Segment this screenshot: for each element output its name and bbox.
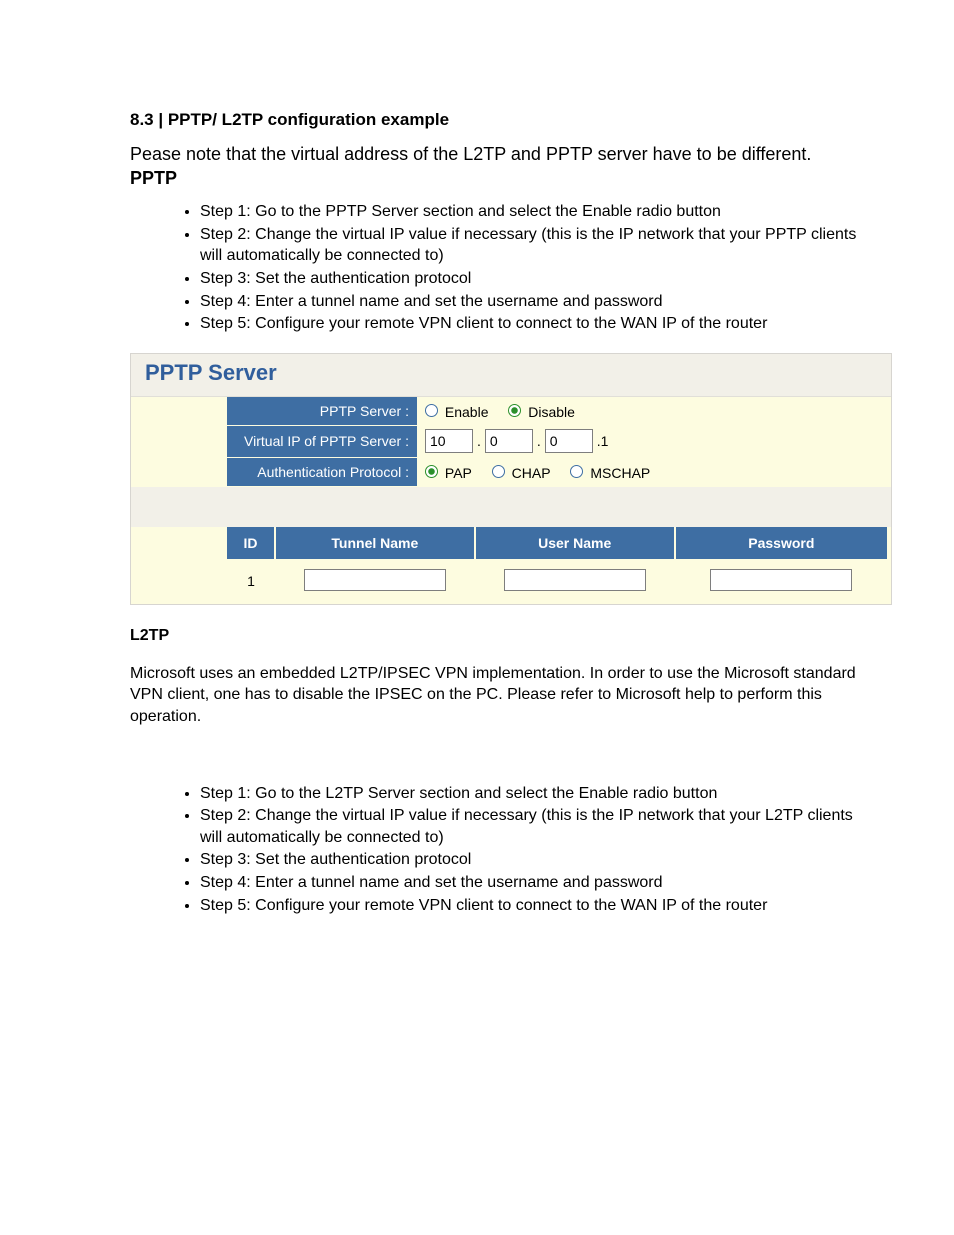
- list-item: Step 5: Configure your remote VPN client…: [200, 895, 864, 917]
- radio-mschap[interactable]: [570, 465, 583, 478]
- tunnel-name-input[interactable]: [304, 569, 446, 591]
- panel-title: PPTP Server: [145, 360, 277, 385]
- l2tp-subheading: L2TP: [130, 627, 864, 645]
- ip-octet-3[interactable]: 0: [545, 429, 593, 453]
- radio-disable[interactable]: [508, 404, 521, 417]
- radio-chap[interactable]: [492, 465, 505, 478]
- pptp-server-label: PPTP Server :: [227, 397, 417, 426]
- th-id: ID: [227, 527, 275, 559]
- radio-enable-label: Enable: [445, 404, 489, 420]
- ip-dot: .: [473, 433, 485, 449]
- ip-octet-1[interactable]: 10: [425, 429, 473, 453]
- list-item: Step 5: Configure your remote VPN client…: [200, 313, 864, 335]
- table-row: 1: [227, 559, 887, 604]
- cell-id: 1: [227, 559, 275, 604]
- note-text: Pease note that the virtual address of t…: [130, 142, 864, 166]
- radio-pap[interactable]: [425, 465, 438, 478]
- l2tp-steps-list: Step 1: Go to the L2TP Server section an…: [130, 783, 864, 917]
- th-password: Password: [675, 527, 887, 559]
- radio-mschap-label: MSCHAP: [590, 465, 650, 481]
- radio-disable-label: Disable: [528, 404, 575, 420]
- panel-title-bar: PPTP Server: [131, 354, 891, 397]
- radio-enable[interactable]: [425, 404, 438, 417]
- list-item: Step 3: Set the authentication protocol: [200, 268, 864, 290]
- radio-chap-label: CHAP: [512, 465, 551, 481]
- list-item: Step 2: Change the virtual IP value if n…: [200, 805, 864, 848]
- list-item: Step 4: Enter a tunnel name and set the …: [200, 872, 864, 894]
- pptp-steps-list: Step 1: Go to the PPTP Server section an…: [130, 201, 864, 335]
- list-item: Step 1: Go to the L2TP Server section an…: [200, 783, 864, 805]
- list-item: Step 3: Set the authentication protocol: [200, 849, 864, 871]
- list-item: Step 4: Enter a tunnel name and set the …: [200, 291, 864, 313]
- password-input[interactable]: [710, 569, 852, 591]
- list-item: Step 1: Go to the PPTP Server section an…: [200, 201, 864, 223]
- th-tunnel-name: Tunnel Name: [275, 527, 475, 559]
- auth-protocol-label: Authentication Protocol :: [227, 457, 417, 486]
- th-user-name: User Name: [475, 527, 675, 559]
- radio-pap-label: PAP: [445, 465, 472, 481]
- pptp-subheading: PPTP: [130, 168, 864, 189]
- user-name-input[interactable]: [504, 569, 646, 591]
- virtual-ip-label: Virtual IP of PPTP Server :: [227, 425, 417, 457]
- ip-dot: .: [533, 433, 545, 449]
- ip-octet-2[interactable]: 0: [485, 429, 533, 453]
- panel-spacer: [131, 487, 891, 527]
- tunnel-table-wrap: ID Tunnel Name User Name Password 1: [131, 527, 891, 604]
- l2tp-paragraph: Microsoft uses an embedded L2TP/IPSEC VP…: [130, 663, 864, 728]
- pptp-form-area: PPTP Server : Enable Disable Virtual IP …: [131, 397, 891, 487]
- ip-suffix: .1: [593, 433, 613, 449]
- pptp-server-panel: PPTP Server PPTP Server : Enable Disable…: [130, 353, 892, 605]
- section-heading: 8.3 | PPTP/ L2TP configuration example: [130, 110, 864, 130]
- list-item: Step 2: Change the virtual IP value if n…: [200, 224, 864, 267]
